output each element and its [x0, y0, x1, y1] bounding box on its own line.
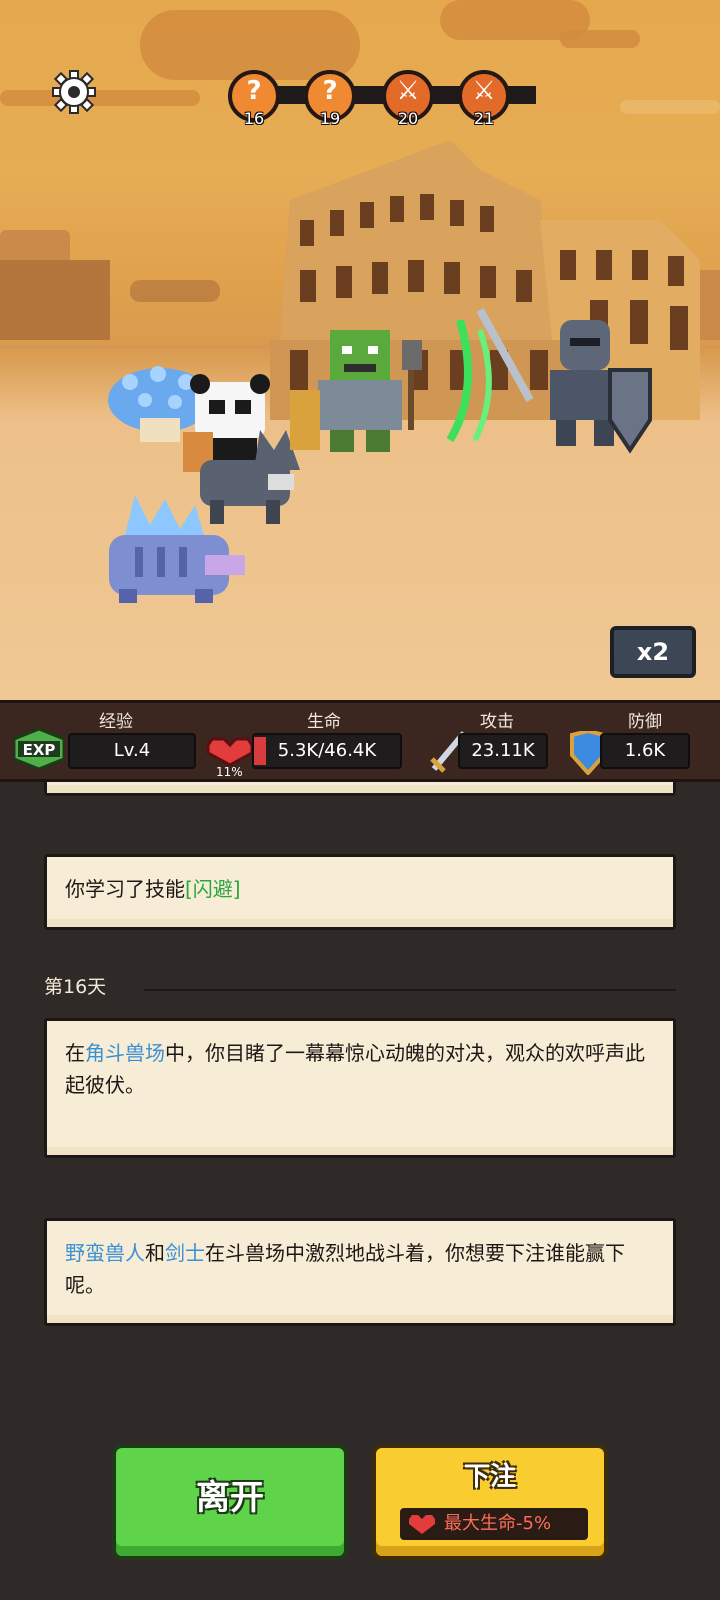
day-number: 16 — [243, 109, 265, 128]
mesa — [0, 260, 110, 340]
skill-learned-text: 你学习了技能 — [65, 877, 185, 901]
leave-button[interactable]: 离开 — [112, 1444, 348, 1560]
rock — [130, 280, 220, 302]
hp-bar-fill — [254, 737, 266, 765]
heart-icon — [206, 737, 254, 767]
speed-x2-button[interactable]: x2 — [610, 626, 696, 678]
cloud — [0, 90, 200, 106]
fighter-swordsman-name: 剑士 — [165, 1241, 205, 1265]
cloud — [620, 100, 720, 114]
knight-swordsman — [476, 308, 652, 454]
bet-cost-text: 最大生命-5% — [444, 1513, 552, 1534]
skill-learned-card: 你学习了技能[闪避] — [44, 854, 676, 930]
orc-fighter — [290, 330, 422, 452]
place-name: 角斗兽场 — [85, 1041, 165, 1065]
divider — [144, 989, 676, 991]
event-log[interactable]: 你学习了技能[闪避] 第16天 在角斗兽场中，你目睹了一幕幕惊心动魄的对决，观众… — [0, 782, 720, 1402]
battle-scene: ? 16 ? 19 ⚔ 20 ⚔ 21 x2 — [0, 0, 720, 700]
defense-label: 防御 — [628, 712, 662, 732]
fighter-orc-name: 野蛮兽人 — [65, 1241, 145, 1265]
day-node-21[interactable]: ⚔ 21 — [458, 70, 510, 128]
day-number: 19 — [319, 109, 341, 128]
question-icon: ? — [322, 76, 338, 106]
skill-name: [闪避] — [185, 877, 241, 901]
crystal-beast-pet — [109, 495, 245, 603]
exp-label: 经验 — [99, 712, 133, 732]
cloud — [560, 30, 640, 48]
day-number: 20 — [397, 109, 419, 128]
bet-button[interactable]: 下注 最大生命-5% — [372, 1444, 608, 1560]
day-node-20[interactable]: ⚔ 20 — [382, 70, 434, 128]
hp-value: 5.3K/46.4K — [252, 733, 402, 769]
day-node-16[interactable]: ? 16 — [228, 70, 280, 128]
bet-cost: 最大生命-5% — [400, 1508, 588, 1540]
crossed-swords-icon: ⚔ — [396, 76, 420, 106]
day-heading: 第16天 — [44, 976, 107, 998]
level-value: Lv.4 — [68, 733, 196, 769]
previous-card — [44, 782, 676, 796]
hp-percent: 11% — [216, 765, 243, 779]
day-number: 21 — [473, 109, 495, 128]
crossed-swords-icon: ⚔ — [472, 76, 496, 106]
heart-icon — [409, 1515, 435, 1534]
defense-value: 1.6K — [600, 733, 690, 769]
exp-badge-text: EXP — [22, 741, 56, 759]
hp-label: 生命 — [307, 712, 341, 732]
bet-button-label: 下注 — [463, 1462, 516, 1492]
event-text-part: 在 — [65, 1041, 85, 1065]
attack-value: 23.11K — [458, 733, 548, 769]
question-icon: ? — [246, 76, 262, 106]
stats-bar: 经验 EXP Lv.4 生命 5.3K/46.4K 11% 攻击 23.11K … — [0, 700, 720, 782]
settings-gear-icon[interactable] — [52, 70, 96, 114]
bet-prompt-card: 野蛮兽人和剑士在斗兽场中激烈地战斗着，你想要下注谁能赢下呢。 — [44, 1218, 676, 1326]
conjunction: 和 — [145, 1241, 165, 1265]
day-node-19[interactable]: ? 19 — [304, 70, 356, 128]
arena-event-card: 在角斗兽场中，你目睹了一幕幕惊心动魄的对决，观众的欢呼声此起彼伏。 — [44, 1018, 676, 1158]
